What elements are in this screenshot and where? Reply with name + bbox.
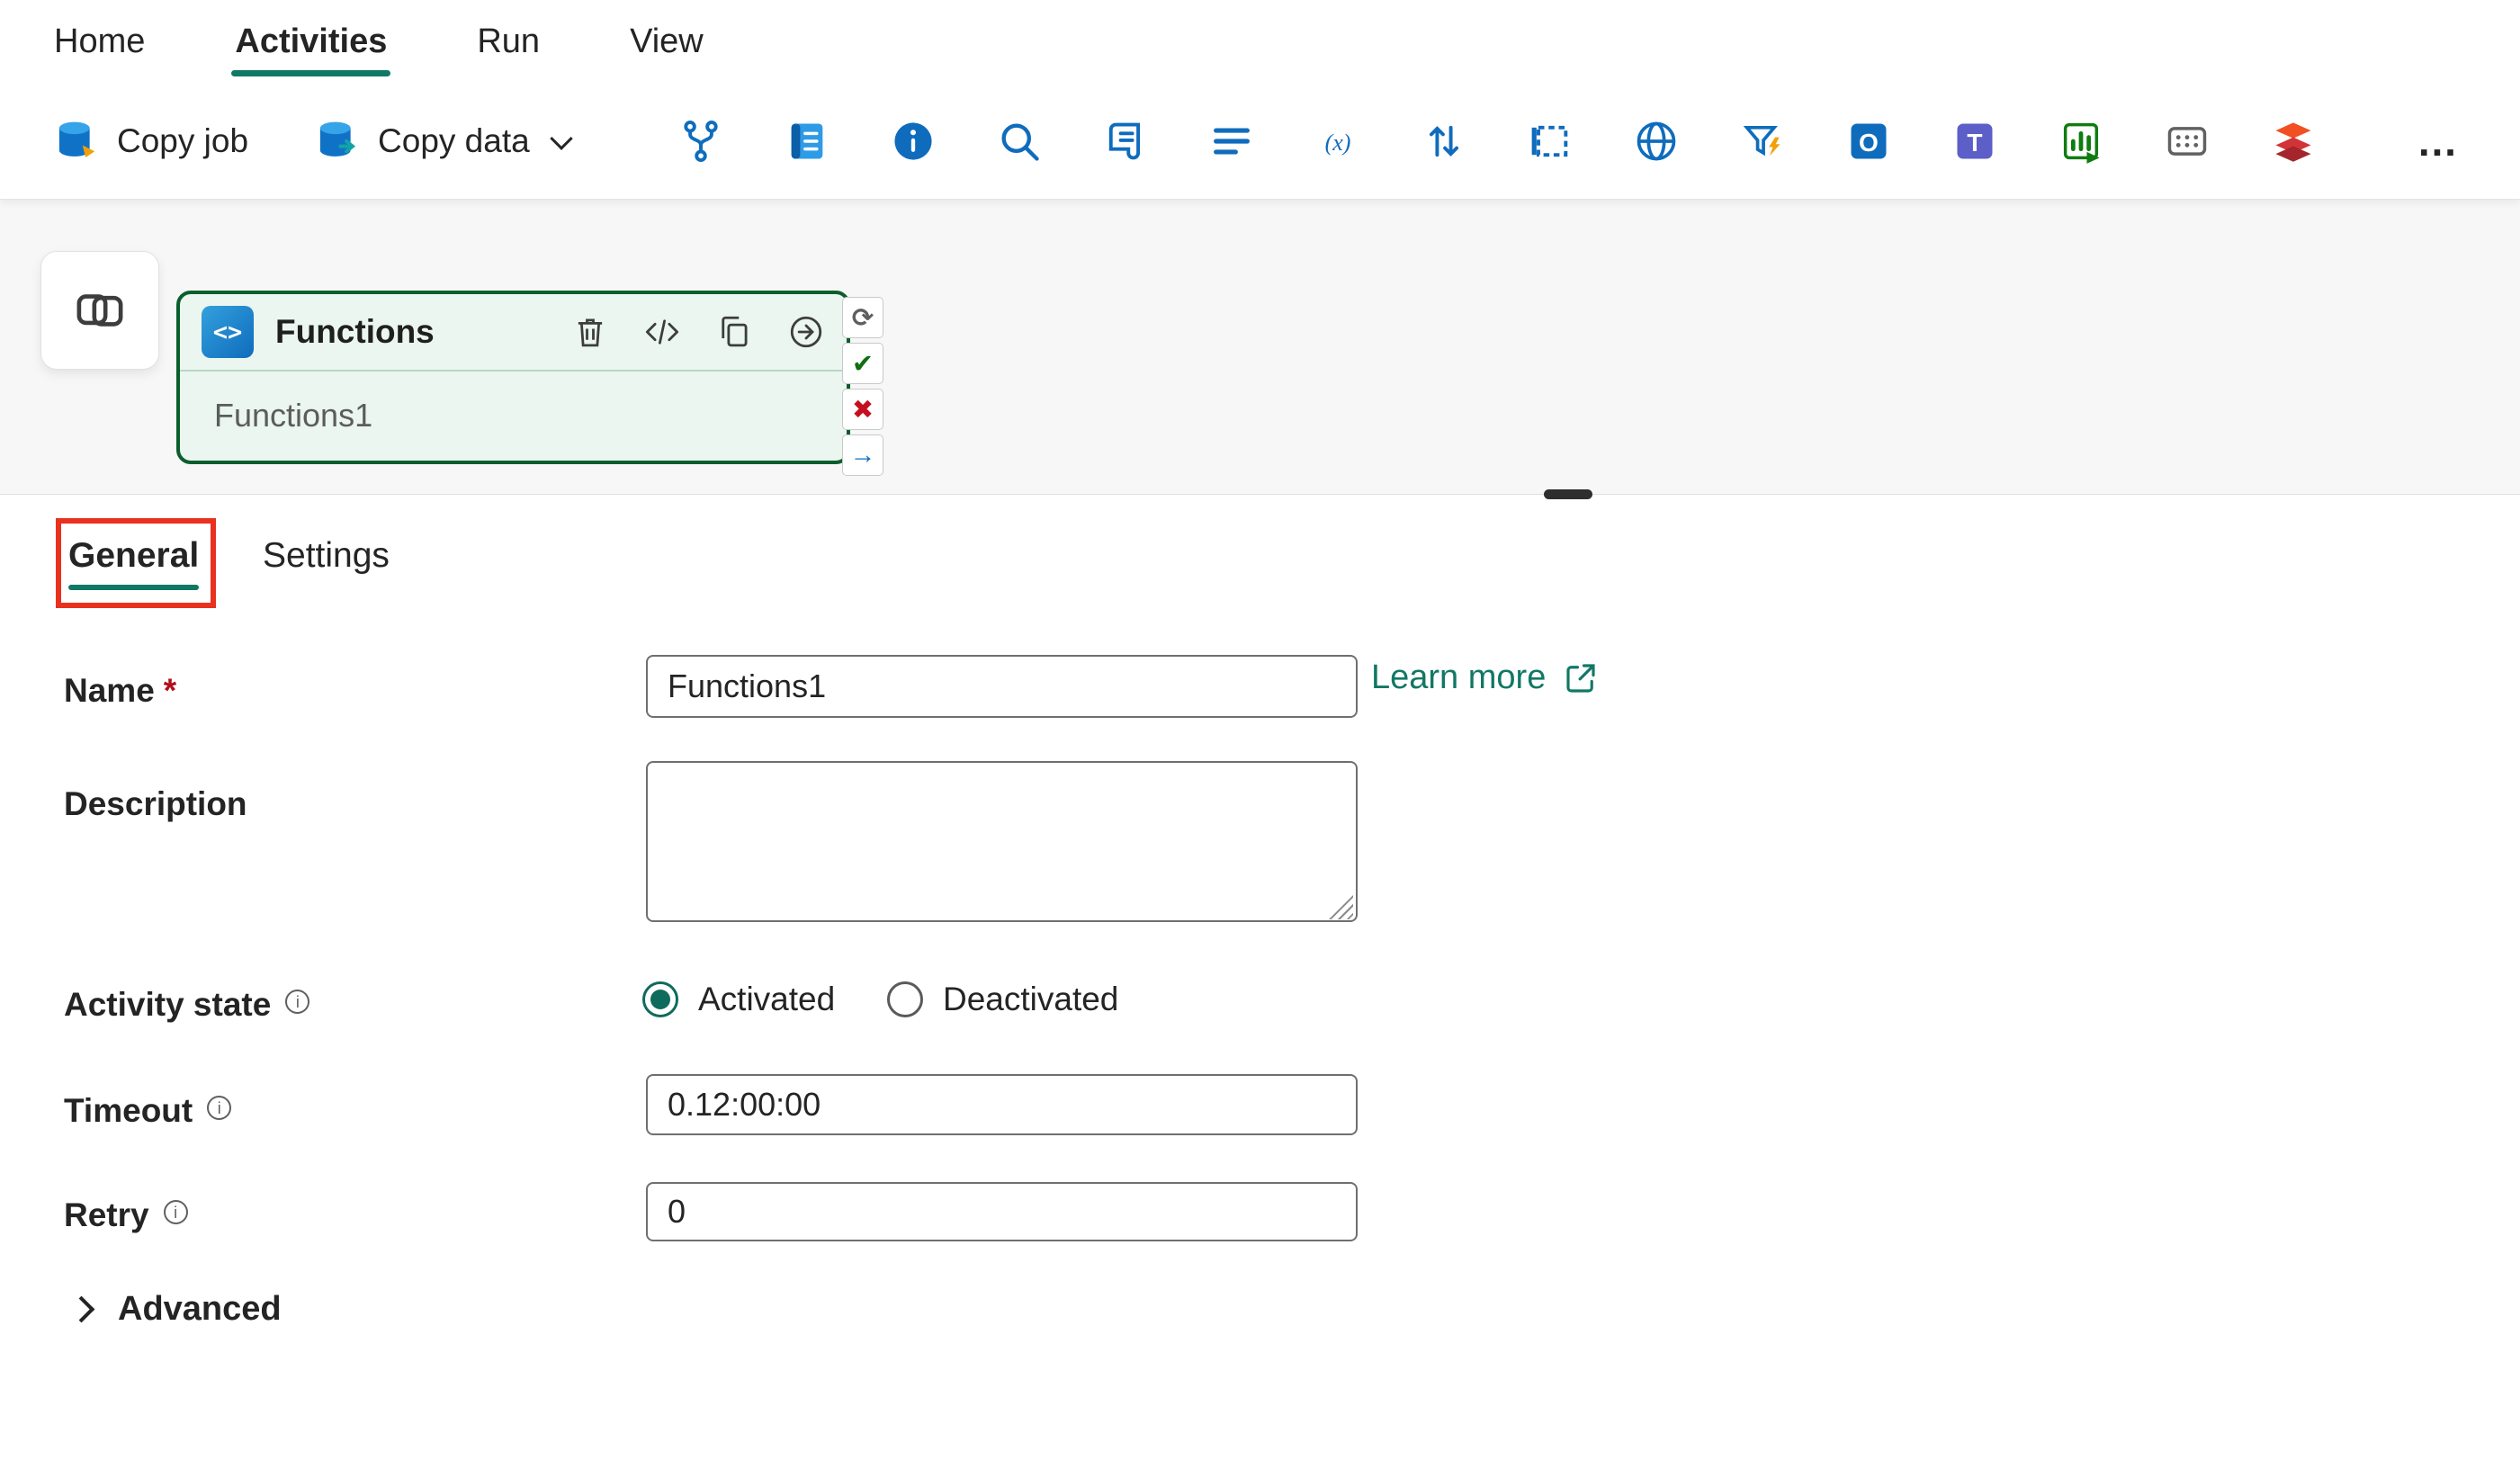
- script-icon: [1102, 118, 1149, 165]
- fail-icon[interactable]: ✖: [842, 389, 883, 430]
- branch-button[interactable]: [676, 116, 726, 166]
- more-options-button[interactable]: …: [2411, 116, 2466, 166]
- functions-activity-card[interactable]: <> Functions: [176, 291, 850, 464]
- copilot-icon: [67, 277, 133, 344]
- swap-arrows-icon: [1421, 118, 1467, 165]
- tab-view[interactable]: View: [628, 0, 705, 84]
- tab-home[interactable]: Home: [52, 0, 147, 84]
- name-label: Name*: [64, 672, 176, 710]
- activity-state-label: Activity statei: [64, 986, 309, 1024]
- layers-stack-icon: [2270, 118, 2317, 165]
- swap-arrows-button[interactable]: [1419, 116, 1469, 166]
- copy-data-icon: [313, 117, 362, 166]
- keypad-grid-icon: [2164, 118, 2211, 165]
- timeout-input[interactable]: [646, 1074, 1358, 1135]
- success-icon[interactable]: ✔: [842, 343, 883, 384]
- name-input[interactable]: [646, 655, 1358, 718]
- info-button[interactable]: [888, 116, 938, 166]
- required-asterisk: *: [164, 672, 176, 709]
- radio-activated-label: Activated: [698, 981, 835, 1018]
- copy-job-icon: [52, 117, 101, 166]
- radio-activated-circle[interactable]: [642, 981, 678, 1017]
- tab-general[interactable]: General: [68, 536, 199, 576]
- copy-data-label: Copy data: [378, 122, 530, 160]
- tab-settings[interactable]: Settings: [263, 536, 390, 576]
- radio-activated[interactable]: Activated: [642, 981, 835, 1018]
- info-icon: i: [207, 1096, 231, 1120]
- foreach-button[interactable]: [1525, 116, 1575, 166]
- variables-icon: (x): [1314, 118, 1361, 165]
- goto-icon[interactable]: [787, 313, 825, 351]
- delete-icon[interactable]: [571, 313, 609, 351]
- retry-input[interactable]: [646, 1182, 1358, 1241]
- retry-label: Retryi: [64, 1196, 188, 1234]
- event-trigger-icon: [1739, 118, 1786, 165]
- copy-job-button[interactable]: Copy job: [52, 117, 248, 166]
- rerun-icon[interactable]: ⟳: [842, 297, 883, 338]
- keypad-grid-button[interactable]: [2162, 116, 2212, 166]
- copilot-button[interactable]: [40, 251, 159, 370]
- activity-type-label: Functions: [275, 313, 571, 351]
- activity-card-header: <> Functions: [180, 294, 847, 372]
- branch-icon: [677, 118, 724, 165]
- web-globe-button[interactable]: [1631, 116, 1681, 166]
- chart-export-button[interactable]: [2056, 116, 2106, 166]
- chevron-right-icon: [68, 1296, 95, 1323]
- info-icon: i: [285, 990, 309, 1014]
- activities-toolbar: Copy job Copy data: [0, 84, 2520, 200]
- align-lines-button[interactable]: [1206, 116, 1257, 166]
- notebook-icon: [784, 118, 830, 165]
- svg-text:O: O: [1859, 129, 1879, 157]
- radio-deactivated-circle[interactable]: [887, 981, 923, 1017]
- learn-more-link[interactable]: Learn more: [1371, 658, 1600, 697]
- menu-bar: Home Activities Run View: [0, 0, 2520, 84]
- more-options-icon: …: [2417, 118, 2461, 165]
- radio-deactivated-label: Deactivated: [943, 981, 1118, 1018]
- copy-data-button[interactable]: Copy data: [313, 117, 569, 166]
- radio-deactivated[interactable]: Deactivated: [887, 981, 1118, 1018]
- search-button[interactable]: [994, 116, 1045, 166]
- teams-icon: T: [1951, 118, 1998, 165]
- web-globe-icon: [1633, 118, 1680, 165]
- timeout-label: Timeouti: [64, 1092, 231, 1130]
- outlook-icon: O: [1845, 118, 1892, 165]
- event-trigger-button[interactable]: [1737, 116, 1788, 166]
- tab-run[interactable]: Run: [475, 0, 542, 84]
- pipeline-canvas[interactable]: <> Functions: [0, 200, 2520, 494]
- align-lines-icon: [1208, 118, 1255, 165]
- notebook-button[interactable]: [782, 116, 832, 166]
- functions-icon: <>: [202, 306, 254, 358]
- description-input[interactable]: [646, 761, 1358, 922]
- info-icon: [890, 118, 937, 165]
- info-icon: i: [164, 1200, 188, 1224]
- description-label: Description: [64, 785, 247, 823]
- functions-icon-glyph: <>: [213, 318, 243, 346]
- copy-job-label: Copy job: [117, 122, 248, 160]
- svg-text:T: T: [1967, 129, 1982, 157]
- advanced-expander[interactable]: Advanced: [72, 1290, 282, 1329]
- code-icon[interactable]: [643, 313, 681, 351]
- script-button[interactable]: [1100, 116, 1151, 166]
- foreach-icon: [1527, 118, 1574, 165]
- layers-stack-button[interactable]: [2268, 116, 2318, 166]
- panel-resize-handle[interactable]: [1544, 489, 1592, 499]
- svg-text:(x): (x): [1324, 130, 1350, 156]
- activity-actions: [571, 313, 825, 351]
- teams-button[interactable]: T: [1950, 116, 2000, 166]
- variables-button[interactable]: (x): [1313, 116, 1363, 166]
- pipeline-editor-window: Home Activities Run View Copy job Copy d…: [0, 0, 2520, 1469]
- external-link-icon: [1562, 659, 1600, 697]
- chart-export-icon: [2058, 118, 2104, 165]
- chevron-down-icon: [550, 127, 572, 149]
- activity-name-label: Functions1: [180, 372, 847, 460]
- advanced-label: Advanced: [118, 1290, 282, 1329]
- outlook-button[interactable]: O: [1843, 116, 1894, 166]
- tab-activities[interactable]: Activities: [233, 0, 389, 84]
- properties-panel: General Settings Name* Learn more Descri…: [0, 494, 2520, 1469]
- duplicate-icon[interactable]: [715, 313, 753, 351]
- skip-icon[interactable]: →: [842, 434, 883, 476]
- activity-status-column: ⟳ ✔ ✖ →: [842, 297, 883, 476]
- search-icon: [996, 118, 1043, 165]
